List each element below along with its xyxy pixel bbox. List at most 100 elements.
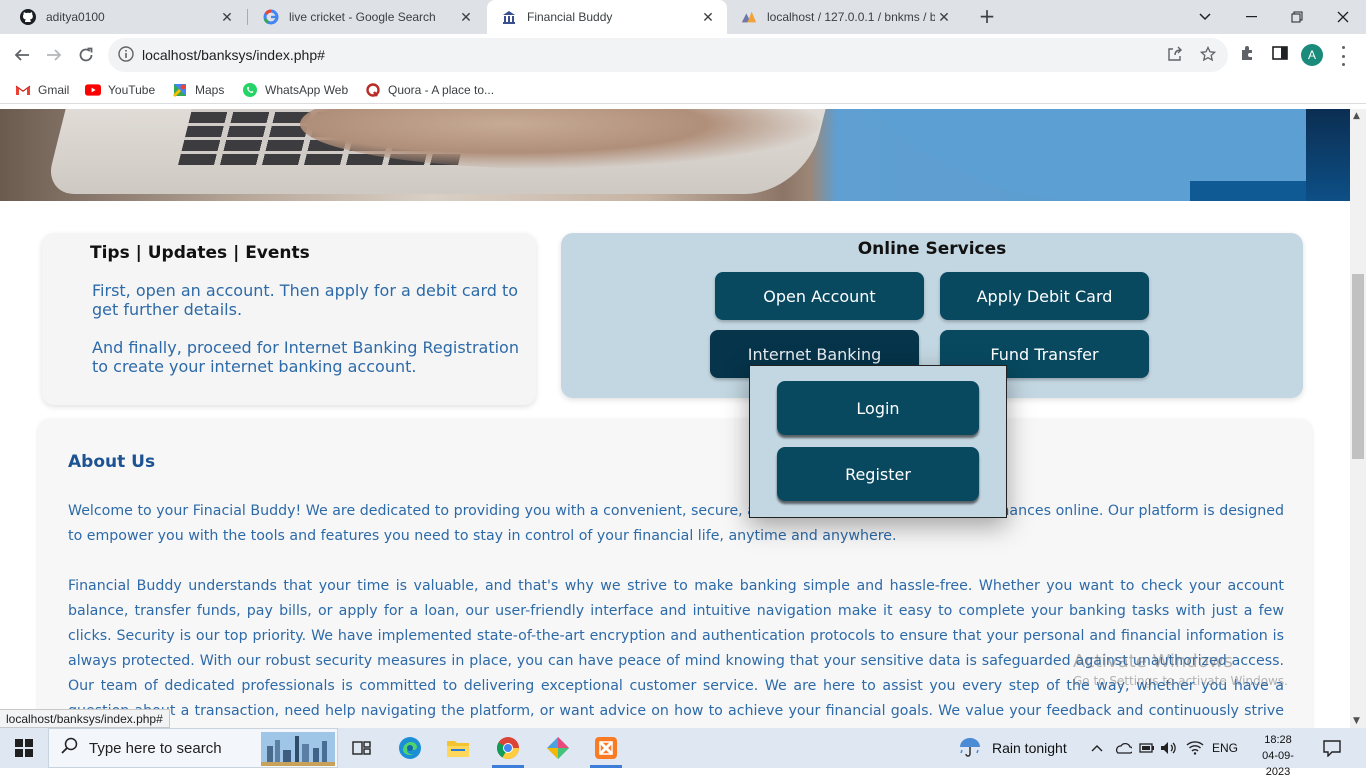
tab-divider bbox=[247, 9, 248, 25]
share-icon[interactable] bbox=[1167, 46, 1183, 66]
login-button[interactable]: Login bbox=[777, 381, 979, 435]
weather-widget[interactable]: Rain tonight bbox=[958, 728, 1067, 768]
watermark-line-1: Activate Windows bbox=[1073, 651, 1233, 672]
internet-banking-dropdown: Login Register bbox=[749, 365, 1007, 518]
scrollbar-thumb[interactable] bbox=[1352, 274, 1364, 459]
file-explorer-icon[interactable] bbox=[434, 728, 482, 768]
back-button[interactable] bbox=[7, 40, 37, 70]
windows-taskbar: Type here to search Rain tonight ENG 18:… bbox=[0, 728, 1366, 778]
close-window-button[interactable] bbox=[1320, 0, 1366, 34]
menu-icon[interactable] bbox=[1335, 46, 1351, 66]
chrome-icon[interactable] bbox=[484, 728, 532, 768]
bookmark-whatsapp[interactable]: WhatsApp Web bbox=[242, 82, 348, 98]
windows-logo-icon bbox=[15, 739, 33, 757]
start-button[interactable] bbox=[0, 728, 48, 768]
hero-dark-band bbox=[1306, 109, 1350, 201]
weather-text: Rain tonight bbox=[992, 740, 1067, 756]
side-panel-icon[interactable] bbox=[1271, 44, 1289, 66]
system-clock[interactable]: 18:28 04-09-2023 bbox=[1250, 732, 1306, 780]
bookmark-label: Quora - A place to... bbox=[388, 83, 495, 97]
app-diamond-icon[interactable] bbox=[534, 728, 582, 768]
bookmark-label: Gmail bbox=[38, 83, 70, 97]
activate-windows-watermark: Activate Windows Go to Settings to activ… bbox=[1073, 651, 1288, 688]
taskbar-search-box[interactable]: Type here to search bbox=[48, 728, 338, 768]
show-hidden-icons[interactable] bbox=[1091, 728, 1103, 768]
gmail-icon bbox=[15, 82, 31, 98]
rain-umbrella-icon bbox=[958, 736, 982, 761]
xampp-icon[interactable] bbox=[582, 728, 630, 768]
maps-icon bbox=[172, 82, 188, 98]
restore-button[interactable] bbox=[1274, 0, 1320, 34]
tab-phpmyadmin[interactable]: localhost / 127.0.0.1 / bnkms / ba ✕ bbox=[727, 0, 963, 34]
search-placeholder: Type here to search bbox=[89, 739, 222, 757]
register-button[interactable]: Register bbox=[777, 447, 979, 501]
clock-time: 18:28 bbox=[1264, 734, 1292, 746]
profile-avatar[interactable]: A bbox=[1301, 44, 1323, 66]
phpmyadmin-icon bbox=[741, 9, 757, 25]
close-tab-icon[interactable]: ✕ bbox=[699, 8, 717, 26]
bookmark-label: YouTube bbox=[108, 83, 156, 97]
minimize-button[interactable] bbox=[1228, 0, 1274, 34]
language-indicator[interactable]: ENG bbox=[1212, 728, 1238, 768]
scroll-down-arrow-icon[interactable]: ▼ bbox=[1353, 716, 1360, 726]
tab-title: aditya0100 bbox=[46, 10, 105, 24]
watermark-line-2: Go to Settings to activate Windows. bbox=[1073, 674, 1288, 688]
whatsapp-icon bbox=[242, 82, 258, 98]
open-account-button[interactable]: Open Account bbox=[715, 272, 924, 320]
close-tab-icon[interactable]: ✕ bbox=[218, 8, 236, 26]
tab-search-button[interactable] bbox=[1182, 0, 1228, 34]
bank-icon bbox=[501, 9, 517, 25]
forward-button[interactable] bbox=[39, 40, 69, 70]
bookmark-gmail[interactable]: Gmail bbox=[15, 82, 69, 98]
tips-card: Tips | Updates | Events First, open an a… bbox=[42, 233, 536, 405]
tab-google-search[interactable]: live cricket - Google Search ✕ bbox=[249, 0, 485, 34]
tab-title: Financial Buddy bbox=[527, 10, 613, 24]
search-icon bbox=[61, 737, 79, 759]
tips-paragraph-2: And finally, proceed for Internet Bankin… bbox=[92, 338, 519, 376]
google-icon bbox=[263, 9, 279, 25]
bookmark-label: WhatsApp Web bbox=[265, 83, 349, 97]
bookmark-label: Maps bbox=[195, 83, 225, 97]
scroll-up-arrow-icon[interactable]: ▲ bbox=[1353, 111, 1360, 121]
edge-icon[interactable] bbox=[386, 728, 434, 768]
task-view-icon[interactable] bbox=[338, 728, 386, 768]
network-icon[interactable] bbox=[1186, 728, 1204, 768]
tab-title: localhost / 127.0.0.1 / bnkms / ba bbox=[767, 10, 935, 24]
close-tab-icon[interactable]: ✕ bbox=[457, 8, 475, 26]
bookmarks-bar: Gmail YouTube Maps WhatsApp Web Quora - … bbox=[0, 76, 1366, 104]
tab-title: live cricket - Google Search bbox=[289, 10, 436, 24]
clock-date: 04-09-2023 bbox=[1262, 750, 1294, 778]
bookmark-maps[interactable]: Maps bbox=[172, 82, 224, 98]
tab-github[interactable]: aditya0100 ✕ bbox=[6, 0, 246, 34]
page-scrollbar[interactable]: ▲ ▼ bbox=[1350, 109, 1366, 728]
status-bar-url: localhost/banksys/index.php# bbox=[0, 709, 170, 728]
city-skyline-icon bbox=[261, 732, 335, 770]
volume-icon[interactable] bbox=[1160, 728, 1178, 768]
site-info-icon[interactable] bbox=[118, 46, 134, 66]
close-tab-icon[interactable]: ✕ bbox=[935, 8, 953, 26]
about-us-title: About Us bbox=[68, 452, 156, 472]
notifications-icon[interactable] bbox=[1322, 728, 1342, 768]
battery-icon[interactable] bbox=[1139, 728, 1155, 768]
browser-toolbar: localhost/banksys/index.php# A bbox=[0, 34, 1366, 76]
bookmark-youtube[interactable]: YouTube bbox=[85, 82, 155, 98]
onedrive-icon[interactable] bbox=[1114, 728, 1132, 768]
tab-strip: aditya0100 ✕ live cricket - Google Searc… bbox=[0, 0, 1366, 34]
tab-financial-buddy[interactable]: Financial Buddy ✕ bbox=[487, 0, 727, 34]
new-tab-button[interactable]: + bbox=[975, 5, 999, 29]
about-paragraph-1: Welcome to your Finacial Buddy! We are d… bbox=[68, 503, 1284, 544]
url-text[interactable]: localhost/banksys/index.php# bbox=[142, 47, 325, 63]
extensions-icon[interactable] bbox=[1239, 44, 1257, 66]
online-services-title: Online Services bbox=[857, 239, 1007, 259]
reload-button[interactable] bbox=[71, 40, 101, 70]
apply-debit-card-button[interactable]: Apply Debit Card bbox=[940, 272, 1149, 320]
youtube-icon bbox=[85, 82, 101, 98]
bookmark-star-icon[interactable] bbox=[1199, 45, 1217, 66]
github-icon bbox=[20, 9, 36, 25]
hero-image bbox=[0, 109, 1350, 201]
tips-paragraph-1: First, open an account. Then apply for a… bbox=[92, 281, 519, 319]
page-viewport: Tips | Updates | Events First, open an a… bbox=[0, 109, 1350, 728]
quora-icon bbox=[365, 82, 381, 98]
bookmark-quora[interactable]: Quora - A place to... bbox=[365, 82, 494, 98]
address-bar[interactable]: localhost/banksys/index.php# bbox=[108, 38, 1228, 72]
